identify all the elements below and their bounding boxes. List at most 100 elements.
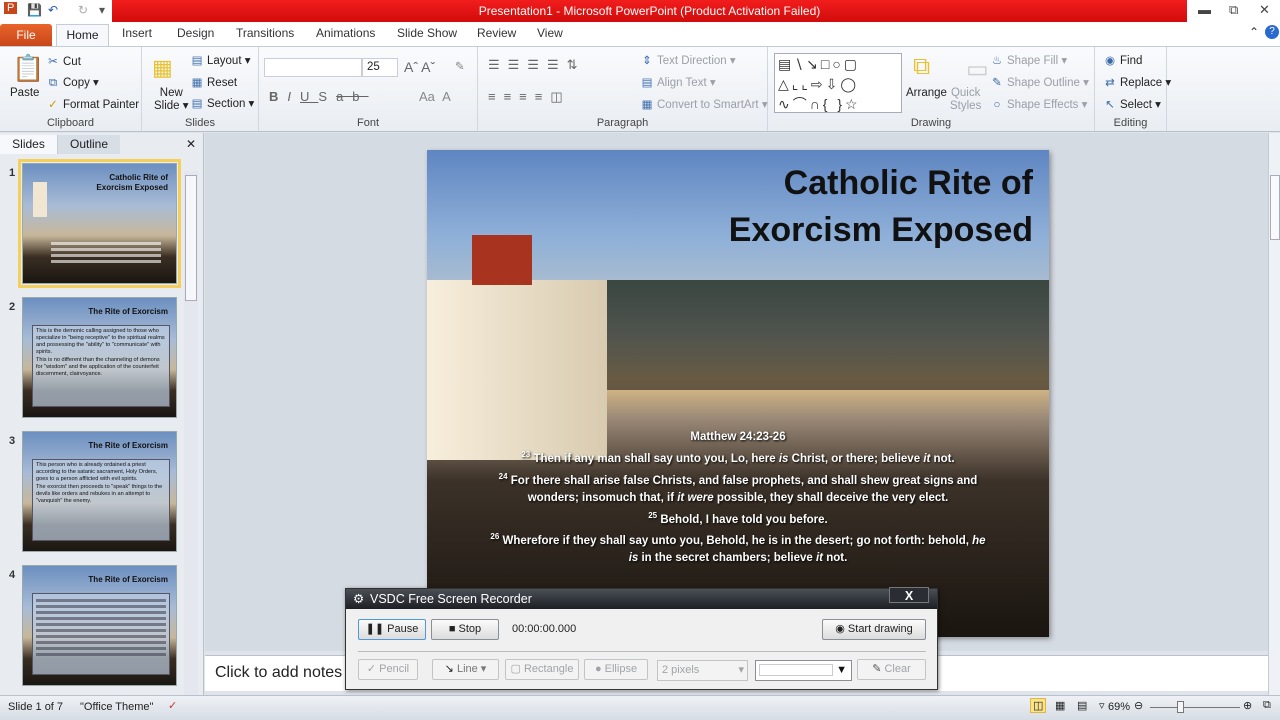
ellipse-label: Ellipse <box>604 663 638 675</box>
slide-thumbnail-3[interactable]: The Rite of Exorcism This person who is … <box>22 431 177 552</box>
tab-transitions[interactable]: Transitions <box>236 26 294 40</box>
tab-view[interactable]: View <box>537 26 563 40</box>
align-buttons[interactable]: ≡≡≡≡◫ <box>488 89 571 105</box>
find-button[interactable]: ◉ Find <box>1103 53 1142 67</box>
slide-thumbnail-1[interactable]: Catholic Rite of Exorcism Exposed <box>18 159 181 288</box>
line-width-value: 2 pixels <box>662 664 700 676</box>
arrange-button[interactable]: Arrange <box>906 87 947 99</box>
recorder-close-button[interactable]: X <box>889 587 929 603</box>
shapes-gallery[interactable]: ▤∖↘□○▢ △⌞⌞⇨⇩◯ ∿⌒∩{ }☆ <box>774 53 902 113</box>
rectangle-button[interactable]: ▢ Rectangle <box>505 659 579 680</box>
tab-design[interactable]: Design <box>177 26 214 40</box>
clear-button[interactable]: ✎ Clear <box>857 659 926 680</box>
text-segment: Christ, or there; believe <box>788 452 924 465</box>
redo-icon[interactable]: ↻ <box>78 3 88 17</box>
recorder-title-bar[interactable]: ⚙ VSDC Free Screen Recorder X <box>346 587 937 609</box>
close-pane-icon[interactable]: ✕ <box>184 135 198 154</box>
tab-home[interactable]: Home <box>56 24 109 47</box>
zoom-level[interactable]: 69% <box>1106 701 1130 713</box>
minimize-ribbon-icon[interactable]: ⌃ <box>1249 25 1259 39</box>
text-direction-button[interactable]: ⇕ Text Direction ▾ <box>640 53 735 67</box>
tab-slide-show[interactable]: Slide Show <box>397 26 457 40</box>
select-button[interactable]: ↖ Select ▾ <box>1103 97 1161 111</box>
cut-button[interactable]: ✂ Cut <box>46 54 81 68</box>
zoom-slider-thumb[interactable] <box>1176 701 1184 713</box>
stop-button[interactable]: ■ Stop <box>431 619 499 640</box>
pencil-button[interactable]: ✓ Pencil <box>358 659 418 680</box>
scroll-thumb[interactable] <box>1270 175 1280 240</box>
pause-button[interactable]: ❚❚ Pause <box>358 619 426 640</box>
font-size-input[interactable]: 25 <box>362 58 398 77</box>
convert-smartart-button[interactable]: ▦ Convert to SmartArt ▾ <box>640 97 768 111</box>
reset-button[interactable]: ▦ Reset <box>190 75 237 89</box>
start-drawing-button[interactable]: ◉ Start drawing <box>822 619 926 640</box>
quick-styles-button[interactable]: Quick Styles <box>950 87 981 113</box>
text-segment: in the secret chambers; believe <box>638 552 816 565</box>
slideshow-icon[interactable]: ▿ <box>1099 699 1105 712</box>
slide-counter: Slide 1 of 7 <box>8 701 64 713</box>
slide-thumbnail-2[interactable]: The Rite of Exorcism This is the demonic… <box>22 297 177 418</box>
tab-file[interactable]: File <box>0 24 52 46</box>
color-select[interactable]: ▼ <box>755 660 852 681</box>
customize-toolbar-icon[interactable]: ▾ <box>99 3 105 17</box>
text-direction-label: Text Direction <box>657 55 727 67</box>
current-slide[interactable]: Catholic Rite of Exorcism Exposed Matthe… <box>427 150 1049 637</box>
line-button[interactable]: ↘ Line ▾ <box>432 659 499 680</box>
tab-outline[interactable]: Outline <box>58 135 120 154</box>
smartart-icon: ▦ <box>641 99 653 111</box>
zoom-in-icon[interactable]: ⊕ <box>1243 699 1252 712</box>
font-format-buttons[interactable]: BIUSab <box>269 89 369 104</box>
zoom-out-icon[interactable]: ⊖ <box>1134 699 1143 712</box>
tab-insert[interactable]: Insert <box>122 26 152 40</box>
shape-effects-button[interactable]: ○ Shape Effects ▾ <box>990 97 1088 111</box>
paste-button[interactable]: Paste <box>10 87 39 99</box>
close-window-icon[interactable]: ✕ <box>1259 2 1270 18</box>
shape-outline-button[interactable]: ✎ Shape Outline ▾ <box>990 75 1089 89</box>
pane-scroll-thumb[interactable] <box>185 175 197 301</box>
list-buttons[interactable]: ☰☰☰☰⇅ <box>488 57 586 73</box>
undo-icon[interactable]: ↶ <box>48 3 58 17</box>
pencil-icon: ✓ <box>366 663 377 675</box>
scripture-text[interactable]: Matthew 24:23-26 23 Then if any man shal… <box>487 429 989 567</box>
save-icon[interactable]: 💾 <box>27 3 42 17</box>
divider <box>358 651 926 652</box>
layout-button[interactable]: ▤ Layout ▾ <box>190 53 251 67</box>
vertical-scrollbar[interactable] <box>1268 133 1280 695</box>
tab-animations[interactable]: Animations <box>316 26 375 40</box>
screen-recorder-window: ⚙ VSDC Free Screen Recorder X ❚❚ Pause ■… <box>345 587 938 690</box>
grow-font-icon[interactable]: Aˆ Aˇ <box>404 59 435 75</box>
theme-name[interactable]: "Office Theme" <box>80 701 153 713</box>
minimize-icon[interactable]: ▬ <box>1198 2 1211 17</box>
reading-view-icon[interactable]: ▤ <box>1077 699 1087 712</box>
help-icon[interactable]: ? <box>1265 25 1279 39</box>
slide-title-line-2: Exorcism Exposed <box>728 211 1033 249</box>
align-text-button[interactable]: ▤ Align Text ▾ <box>640 75 716 89</box>
new-slide-button[interactable]: New Slide ▾ <box>154 87 189 113</box>
font-color-icon[interactable]: Aa A <box>419 89 451 104</box>
restore-icon[interactable]: ⧉ <box>1229 2 1238 18</box>
clear-formatting-icon[interactable]: ✎ <box>455 59 465 73</box>
fit-to-window-icon[interactable]: ⧉ <box>1263 699 1271 712</box>
format-painter-button[interactable]: ✓ Format Painter <box>46 97 139 111</box>
quick-styles-icon: ▭ <box>966 56 989 83</box>
copy-button[interactable]: ⧉ Copy ▾ <box>46 75 99 90</box>
spelling-icon[interactable]: ✓ <box>168 699 177 712</box>
line-width-select[interactable]: 2 pixels ▾ <box>657 660 748 681</box>
font-name-input[interactable] <box>264 58 362 77</box>
replace-button[interactable]: ⇄ Replace ▾ <box>1103 75 1171 89</box>
reset-icon: ▦ <box>191 77 203 89</box>
zoom-slider[interactable] <box>1150 707 1240 708</box>
slide-thumbnail-4[interactable]: The Rite of Exorcism <box>22 565 177 686</box>
tab-review[interactable]: Review <box>477 26 516 40</box>
verse-24: 24 For there shall arise false Christs, … <box>487 468 989 507</box>
powerpoint-logo-icon: P <box>4 2 18 14</box>
text-segment: Wherefore if they shall say unto you, Be… <box>502 535 973 548</box>
shape-fill-button[interactable]: ♨ Shape Fill ▾ <box>990 53 1067 67</box>
ellipse-button[interactable]: ● Ellipse <box>584 659 648 680</box>
slide-title[interactable]: Catholic Rite of Exorcism Exposed <box>729 160 1033 254</box>
pane-scrollbar[interactable] <box>184 171 198 695</box>
tab-slides[interactable]: Slides <box>0 135 58 154</box>
slide-sorter-icon[interactable]: ▦ <box>1055 699 1065 712</box>
normal-view-icon[interactable]: ◫ <box>1030 698 1047 713</box>
section-button[interactable]: ▤ Section ▾ <box>190 96 255 110</box>
